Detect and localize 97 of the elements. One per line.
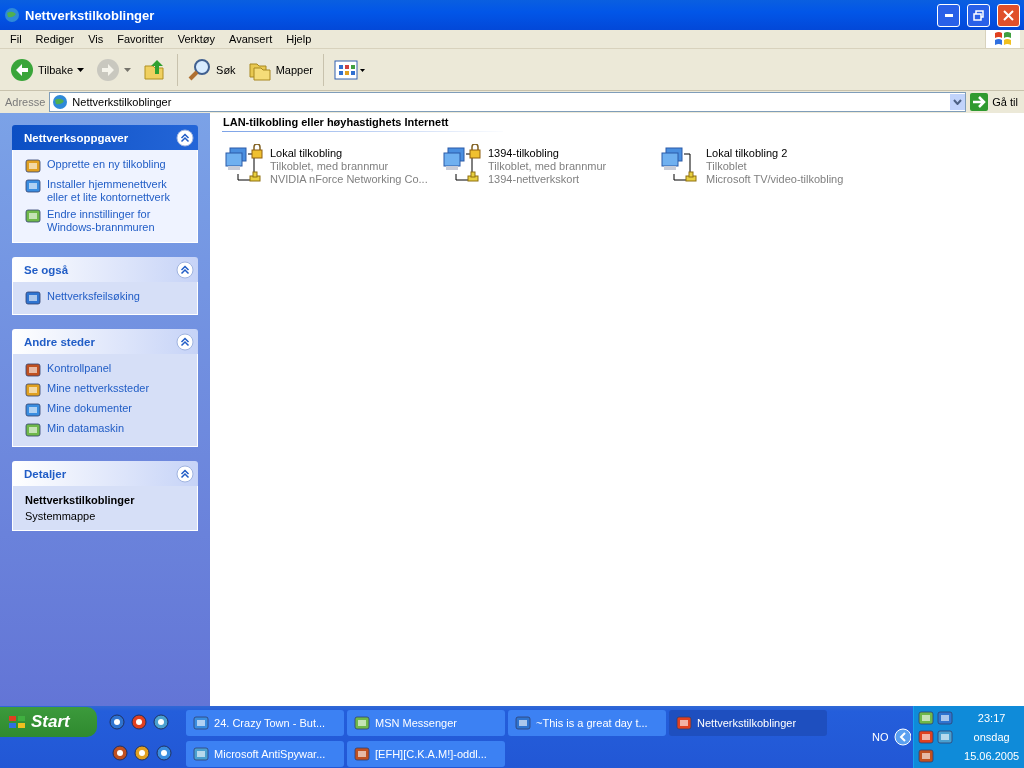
tray-icon: [918, 748, 935, 764]
quick-launch-icon[interactable]: [134, 744, 150, 761]
details-description: Systemmappe: [25, 510, 97, 522]
app-icon: [515, 715, 532, 731]
menu-item[interactable]: Rediger: [29, 33, 83, 45]
task-link[interactable]: Mine nettverkssteder: [47, 382, 150, 395]
connection-device: Microsoft TV/video-tilkobling: [706, 173, 844, 186]
task-link[interactable]: Min datamaskin: [47, 422, 125, 435]
connection-name[interactable]: 1394-tilkobling: [488, 147, 607, 160]
back-button[interactable]: Tilbake: [6, 55, 89, 84]
connection-status: Tilkoblet, med brannmur: [488, 160, 607, 173]
app-icon: [354, 746, 371, 762]
menu-item[interactable]: Favoritter: [111, 33, 172, 45]
tray-icon: [918, 729, 935, 745]
task-link[interactable]: Mine dokumenter: [47, 402, 132, 415]
app-icon: [676, 715, 693, 731]
minimize-button[interactable]: [937, 3, 960, 27]
restore-icon: [973, 9, 984, 21]
task-icon: [25, 422, 41, 438]
task-icon: [25, 208, 41, 224]
close-icon: [1003, 9, 1014, 21]
views-icon: [333, 59, 366, 80]
menu-item[interactable]: Fil: [4, 33, 30, 45]
app-icon: [354, 715, 371, 731]
task-link[interactable]: Opprette en ny tilkobling: [47, 158, 166, 171]
taskbar-button[interactable]: Microsoft AntiSpywar...: [186, 741, 345, 767]
connection-status: Tilkoblet, med brannmur: [270, 160, 390, 173]
start-button[interactable]: Start: [0, 706, 97, 737]
taskbar-button[interactable]: [EFH][C.K.A.M!]-oddl...: [347, 741, 506, 767]
arrow-right-icon: [970, 93, 989, 111]
taskbar-button[interactable]: Nettverkstilkoblinger: [669, 710, 828, 736]
panel-header[interactable]: Se også: [12, 257, 198, 282]
address-dropdown-button[interactable]: [950, 94, 966, 110]
app-icon: [193, 746, 210, 762]
connection-status: Tilkoblet: [706, 160, 748, 173]
task-link[interactable]: Nettverksfeilsøking: [47, 290, 140, 303]
menu-item[interactable]: Vis: [82, 33, 112, 45]
task-link[interactable]: Kontrollpanel: [47, 362, 112, 375]
folders-button[interactable]: Mapper: [243, 56, 317, 83]
quick-launch-icon[interactable]: [153, 713, 169, 730]
dropdown-arrow-icon: [77, 67, 85, 72]
panel-header[interactable]: Andre steder: [12, 329, 198, 354]
taskbar-button[interactable]: ~This is a great day t...: [508, 710, 667, 736]
tray-icon: [918, 710, 935, 726]
address-label: Adresse: [5, 96, 46, 108]
task-icon: [25, 402, 41, 418]
menu-item[interactable]: Hjelp: [280, 33, 320, 45]
go-button[interactable]: Gå til: [970, 93, 1022, 111]
dropdown-arrow-icon: [124, 67, 132, 72]
search-icon: [188, 57, 213, 82]
connection-name[interactable]: Lokal tilkobling 2: [706, 147, 844, 160]
details-name: Nettverkstilkoblinger: [25, 494, 136, 506]
collapse-icon[interactable]: [176, 332, 194, 351]
network-globe-icon: [4, 7, 20, 23]
quick-launch-icon[interactable]: [109, 713, 125, 730]
panel-header[interactable]: Nettverksoppgaver: [12, 125, 198, 150]
task-icon: [25, 362, 41, 378]
connection-name[interactable]: Lokal tilkobling: [270, 147, 428, 160]
minimize-icon: [944, 13, 953, 17]
close-button[interactable]: [997, 3, 1020, 27]
group-heading: LAN-tilkobling eller høyhastighets Internett: [222, 116, 503, 132]
chevron-down-icon: [953, 99, 963, 105]
app-icon: [193, 715, 210, 731]
collapse-icon[interactable]: [176, 260, 194, 279]
quick-launch-icon[interactable]: [131, 713, 147, 730]
quick-launch-icon[interactable]: [156, 744, 172, 761]
task-link[interactable]: Endre innstillinger for Windows-brannmuren: [47, 208, 187, 234]
task-icon: [25, 382, 41, 398]
clock-time: 23:17: [977, 711, 1006, 724]
menu-item[interactable]: Avansert: [223, 33, 281, 45]
task-link[interactable]: Installer hjemmenettverk eller et lite kontornettverk: [47, 178, 187, 204]
restore-button[interactable]: [967, 3, 990, 27]
collapse-icon[interactable]: [176, 464, 194, 483]
taskbar-button[interactable]: 24. Crazy Town - But...: [186, 710, 345, 736]
task-icon: [25, 290, 41, 306]
chevron-left-icon[interactable]: [894, 728, 912, 746]
network-connection-icon[interactable]: [440, 144, 484, 184]
taskbar-button[interactable]: MSN Messenger: [347, 710, 506, 736]
task-icon: [25, 158, 41, 174]
task-icon: [25, 178, 41, 194]
windows-logo-icon: [8, 713, 26, 730]
quick-launch-icon[interactable]: [112, 744, 128, 761]
address-field[interactable]: Nettverkstilkoblinger: [49, 92, 967, 112]
collapse-icon[interactable]: [176, 128, 194, 147]
language-indicator[interactable]: NO: [827, 706, 895, 768]
tray-icon: [937, 729, 954, 745]
network-globe-icon: [52, 94, 69, 110]
network-connection-icon[interactable]: [222, 144, 266, 184]
search-button[interactable]: Søk: [184, 55, 240, 84]
menu-item[interactable]: Verktøy: [171, 33, 223, 45]
panel-header[interactable]: Detaljer: [12, 461, 198, 486]
tray-icon: [937, 710, 954, 726]
connection-device: NVIDIA nForce Networking Co...: [270, 173, 428, 186]
clock-day: onsdag: [973, 731, 1010, 743]
window-title: Nettverkstilkoblinger: [25, 7, 156, 23]
clock-date: 15.06.2005: [964, 750, 1020, 763]
connection-device: 1394-nettverkskort: [488, 173, 581, 186]
